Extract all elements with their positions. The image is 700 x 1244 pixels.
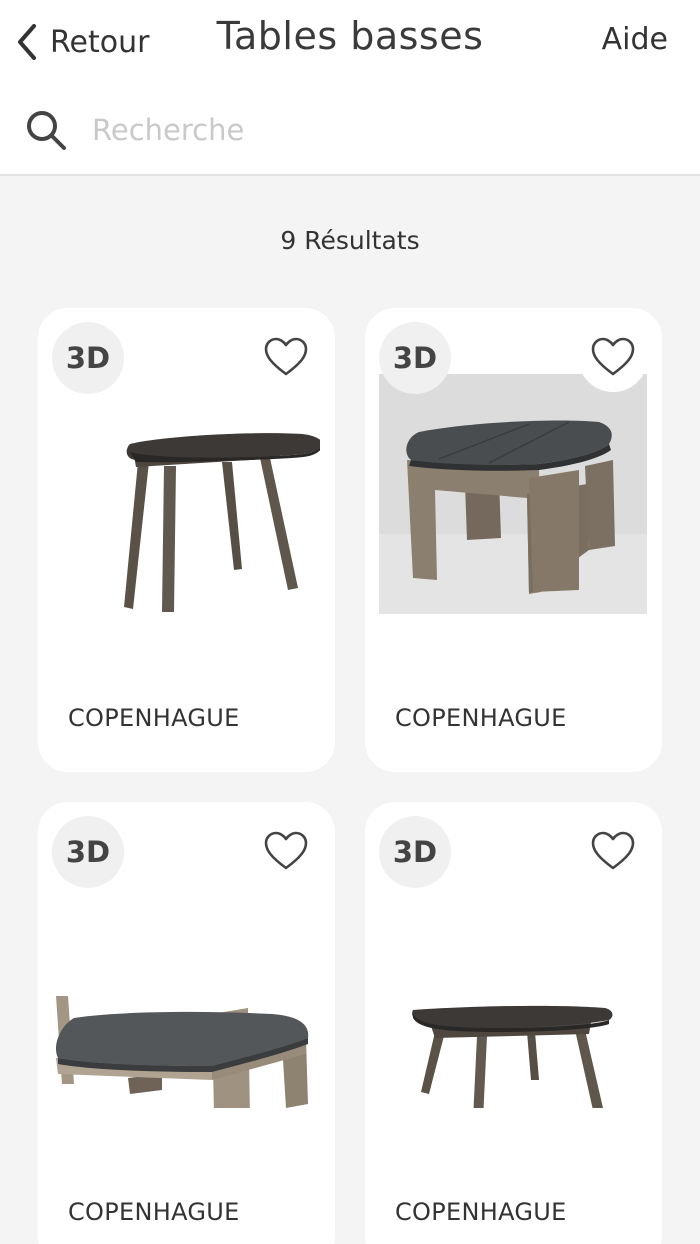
product-image [379, 868, 647, 1108]
3d-badge[interactable]: 3D [379, 322, 451, 394]
favorite-button[interactable] [251, 816, 321, 886]
3d-badge[interactable]: 3D [379, 816, 451, 888]
favorite-button[interactable] [578, 322, 648, 392]
help-button[interactable]: Aide [602, 22, 668, 57]
favorite-button[interactable] [251, 322, 321, 392]
search-icon[interactable] [24, 108, 68, 152]
product-card[interactable]: 3D COPENHAGUE [365, 802, 662, 1244]
product-image [52, 374, 320, 614]
search-bar [24, 104, 664, 156]
product-name: COPENHAGUE [395, 1198, 567, 1226]
page-title: Tables basses [216, 14, 484, 58]
product-image [52, 868, 320, 1108]
product-card[interactable]: 3D COPENHAGUE [38, 802, 335, 1244]
heart-icon [264, 337, 308, 376]
favorite-button[interactable] [578, 816, 648, 886]
top-bar: Retour Tables basses Aide [0, 0, 700, 176]
product-card[interactable]: 3D COPENHAGUE [365, 308, 662, 772]
3d-badge[interactable]: 3D [52, 816, 124, 888]
product-card[interactable]: 3D COPENHAGUE [38, 308, 335, 772]
search-input[interactable] [92, 113, 652, 147]
product-name: COPENHAGUE [68, 704, 240, 732]
results-count: 9 Résultats [280, 226, 420, 255]
product-image [379, 374, 647, 614]
heart-icon [591, 831, 635, 870]
product-name: COPENHAGUE [68, 1198, 240, 1226]
3d-badge[interactable]: 3D [52, 322, 124, 394]
product-name: COPENHAGUE [395, 704, 567, 732]
heart-icon [264, 831, 308, 870]
product-grid: 3D COPENHAGUE 3D COPENHAGUE 3D COPENHAGU… [38, 308, 662, 1244]
heart-icon [591, 337, 635, 376]
